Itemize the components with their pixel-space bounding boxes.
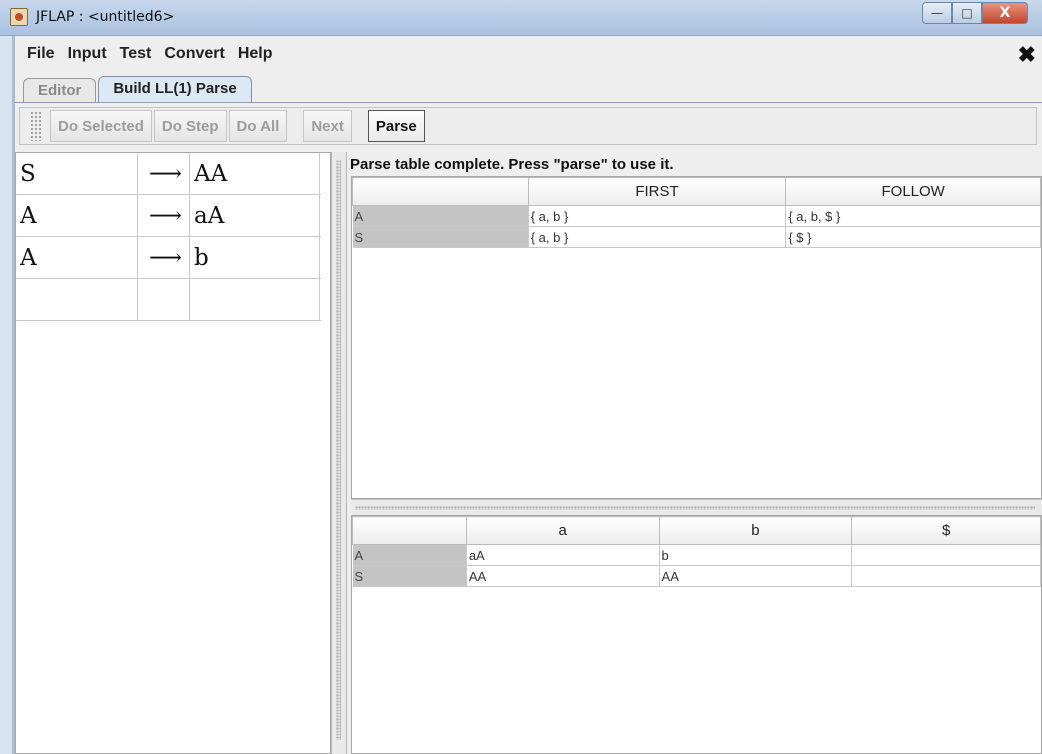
table-row[interactable]: S AA AA <box>352 565 1041 587</box>
menu-file[interactable]: File <box>27 45 55 63</box>
production-row[interactable]: S ⟶ AA <box>16 153 321 195</box>
table-row[interactable]: S { a, b } { $ } <box>352 226 1041 248</box>
production-rhs[interactable]: b <box>190 237 320 278</box>
menu-bar: File Input Test Convert Help ✖ <box>15 40 1042 68</box>
table-row[interactable]: A aA b <box>352 544 1041 566</box>
row-symbol: S <box>352 226 529 248</box>
production-rhs[interactable] <box>190 279 320 320</box>
parse-button[interactable]: Parse <box>367 110 425 142</box>
production-lhs[interactable] <box>16 279 138 320</box>
production-rhs[interactable]: AA <box>190 153 320 194</box>
next-button[interactable]: Next <box>303 110 352 142</box>
tab-editor[interactable]: Editor <box>23 78 97 102</box>
status-message: Parse table complete. Press "parse" to u… <box>350 156 674 173</box>
production-lhs[interactable]: A <box>16 195 138 236</box>
app-frame: File Input Test Convert Help ✖ Editor Bu… <box>12 36 1042 754</box>
title-bar: JFLAP : <untitled6> — □ X <box>0 0 1042 36</box>
toolbar: Do Selected Do Step Do All Next Parse <box>19 107 1037 145</box>
minimize-button[interactable]: — <box>922 2 952 24</box>
table-row[interactable]: A { a, b } { a, b, $ } <box>352 205 1041 227</box>
java-app-icon <box>10 8 28 26</box>
follow-set-cell[interactable]: { a, b, $ } <box>785 205 1041 227</box>
production-arrow-icon: ⟶ <box>138 195 190 236</box>
close-window-button[interactable]: X <box>982 2 1028 24</box>
close-tab-icon[interactable]: ✖ <box>1018 42 1036 68</box>
table-header-row: FIRST FOLLOW <box>352 177 1041 206</box>
tab-build-ll1-parse[interactable]: Build LL(1) Parse <box>98 76 252 102</box>
column-header-follow[interactable]: FOLLOW <box>785 177 1041 206</box>
production-lhs[interactable]: A <box>16 237 138 278</box>
column-header-symbol[interactable] <box>352 177 529 206</box>
column-header-symbol[interactable] <box>352 516 467 545</box>
production-lhs[interactable]: S <box>16 153 138 194</box>
first-follow-panel: FIRST FOLLOW A { a, b } { a, b, $ } S { … <box>351 176 1042 499</box>
window-title: JFLAP : <untitled6> <box>36 9 175 25</box>
menu-help[interactable]: Help <box>238 45 273 63</box>
table-cell[interactable]: AA <box>466 565 660 587</box>
split-grip-icon <box>355 506 1035 510</box>
split-grip-icon <box>336 160 341 740</box>
vertical-split-divider[interactable] <box>331 152 347 754</box>
tab-divider <box>15 102 1042 103</box>
horizontal-split-divider[interactable] <box>351 499 1042 515</box>
column-header-dollar[interactable]: $ <box>851 516 1041 545</box>
first-set-cell[interactable]: { a, b } <box>528 226 787 248</box>
production-arrow-icon: ⟶ <box>138 237 190 278</box>
production-arrow-icon: ⟶ <box>138 153 190 194</box>
parse-table[interactable]: a b $ A aA b S AA AA <box>352 516 1041 587</box>
toolbar-grip-icon[interactable] <box>30 111 42 141</box>
table-cell[interactable] <box>851 544 1041 566</box>
table-cell[interactable] <box>851 565 1041 587</box>
production-row[interactable]: A ⟶ aA <box>16 195 321 237</box>
table-cell[interactable]: aA <box>466 544 660 566</box>
column-header-b[interactable]: b <box>658 516 853 545</box>
do-selected-button[interactable]: Do Selected <box>50 110 152 142</box>
menu-convert[interactable]: Convert <box>164 45 224 63</box>
menu-test[interactable]: Test <box>120 45 152 63</box>
do-step-button[interactable]: Do Step <box>153 110 227 142</box>
row-symbol: S <box>352 565 467 587</box>
do-all-button[interactable]: Do All <box>228 110 288 142</box>
column-header-first[interactable]: FIRST <box>527 177 787 206</box>
production-arrow-cell <box>138 279 190 320</box>
table-header-row: a b $ <box>352 516 1041 545</box>
menu-input[interactable]: Input <box>68 45 107 63</box>
production-row[interactable]: A ⟶ b <box>16 237 321 279</box>
grammar-table[interactable]: S ⟶ AA A ⟶ aA A ⟶ b <box>15 152 331 754</box>
parse-table-panel: a b $ A aA b S AA AA <box>351 515 1042 754</box>
window-controls: — □ X <box>922 2 1028 24</box>
row-symbol: A <box>352 205 529 227</box>
maximize-button[interactable]: □ <box>952 2 982 24</box>
table-cell[interactable]: b <box>659 544 853 566</box>
production-rhs[interactable]: aA <box>190 195 320 236</box>
production-row-empty[interactable] <box>16 279 321 321</box>
tab-strip: Editor Build LL(1) Parse <box>23 76 254 102</box>
column-header-a[interactable]: a <box>465 516 660 545</box>
first-set-cell[interactable]: { a, b } <box>528 205 787 227</box>
first-follow-table[interactable]: FIRST FOLLOW A { a, b } { a, b, $ } S { … <box>352 177 1041 248</box>
table-cell[interactable]: AA <box>659 565 853 587</box>
row-symbol: A <box>352 544 467 566</box>
follow-set-cell[interactable]: { $ } <box>785 226 1041 248</box>
